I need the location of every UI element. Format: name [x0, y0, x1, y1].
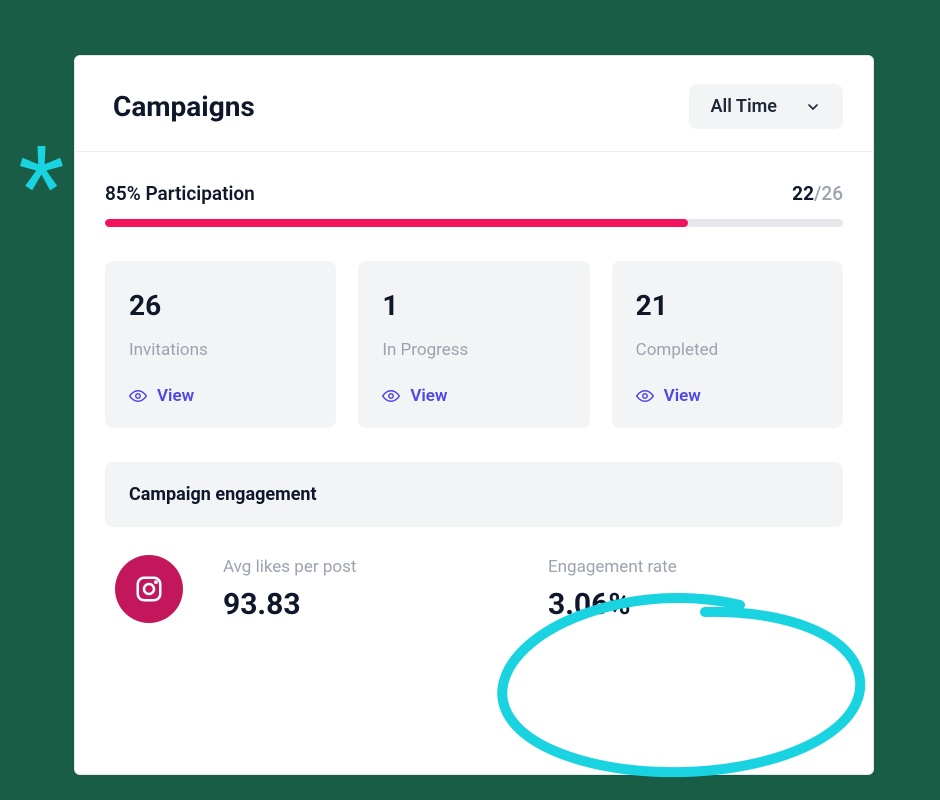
- count-total: /26: [814, 182, 843, 205]
- eye-icon: [382, 387, 400, 405]
- asterisk-annotation: *: [18, 127, 65, 253]
- engagement-section-title: Campaign engagement: [105, 462, 843, 527]
- stat-value: 21: [636, 289, 819, 322]
- stat-label: Completed: [636, 340, 819, 360]
- avg-likes-metric: Avg likes per post 93.83: [223, 557, 508, 622]
- view-in-progress-link[interactable]: View: [382, 386, 565, 406]
- chevron-down-icon: [805, 99, 821, 115]
- card-header: Campaigns All Time: [75, 56, 873, 152]
- metric-label: Avg likes per post: [223, 557, 508, 577]
- stat-invitations: 26 Invitations View: [105, 261, 336, 428]
- participation-summary: 85% Participation 22/26: [105, 182, 843, 205]
- metric-label: Engagement rate: [548, 557, 833, 577]
- stat-value: 26: [129, 289, 312, 322]
- view-label: View: [664, 386, 701, 406]
- engagement-metrics: Avg likes per post 93.83 Engagement rate…: [105, 527, 843, 623]
- time-range-label: All Time: [711, 96, 777, 117]
- stat-label: In Progress: [382, 340, 565, 360]
- participation-counts: 22/26: [792, 182, 843, 205]
- stat-value: 1: [382, 289, 565, 322]
- page-title: Campaigns: [113, 90, 255, 123]
- card-body: 85% Participation 22/26 26 Invitations V…: [75, 152, 873, 623]
- view-label: View: [157, 386, 194, 406]
- view-invitations-link[interactable]: View: [129, 386, 312, 406]
- time-range-dropdown[interactable]: All Time: [689, 84, 843, 129]
- progress-bar: [105, 219, 843, 227]
- engagement-rate-metric: Engagement rate 3.06%: [548, 557, 833, 622]
- eye-icon: [636, 387, 654, 405]
- view-label: View: [410, 386, 447, 406]
- stat-completed: 21 Completed View: [612, 261, 843, 428]
- eye-icon: [129, 387, 147, 405]
- count-current: 22: [792, 182, 814, 205]
- stat-label: Invitations: [129, 340, 312, 360]
- stats-grid: 26 Invitations View 1 In Progress View 2…: [105, 261, 843, 428]
- metric-value: 3.06%: [548, 587, 833, 622]
- view-completed-link[interactable]: View: [636, 386, 819, 406]
- metric-value: 93.83: [223, 587, 508, 622]
- instagram-icon: [115, 555, 183, 623]
- participation-label: 85% Participation: [105, 182, 255, 205]
- campaigns-card: Campaigns All Time 85% Participation 22/…: [74, 55, 874, 775]
- progress-fill: [105, 219, 688, 227]
- stat-in-progress: 1 In Progress View: [358, 261, 589, 428]
